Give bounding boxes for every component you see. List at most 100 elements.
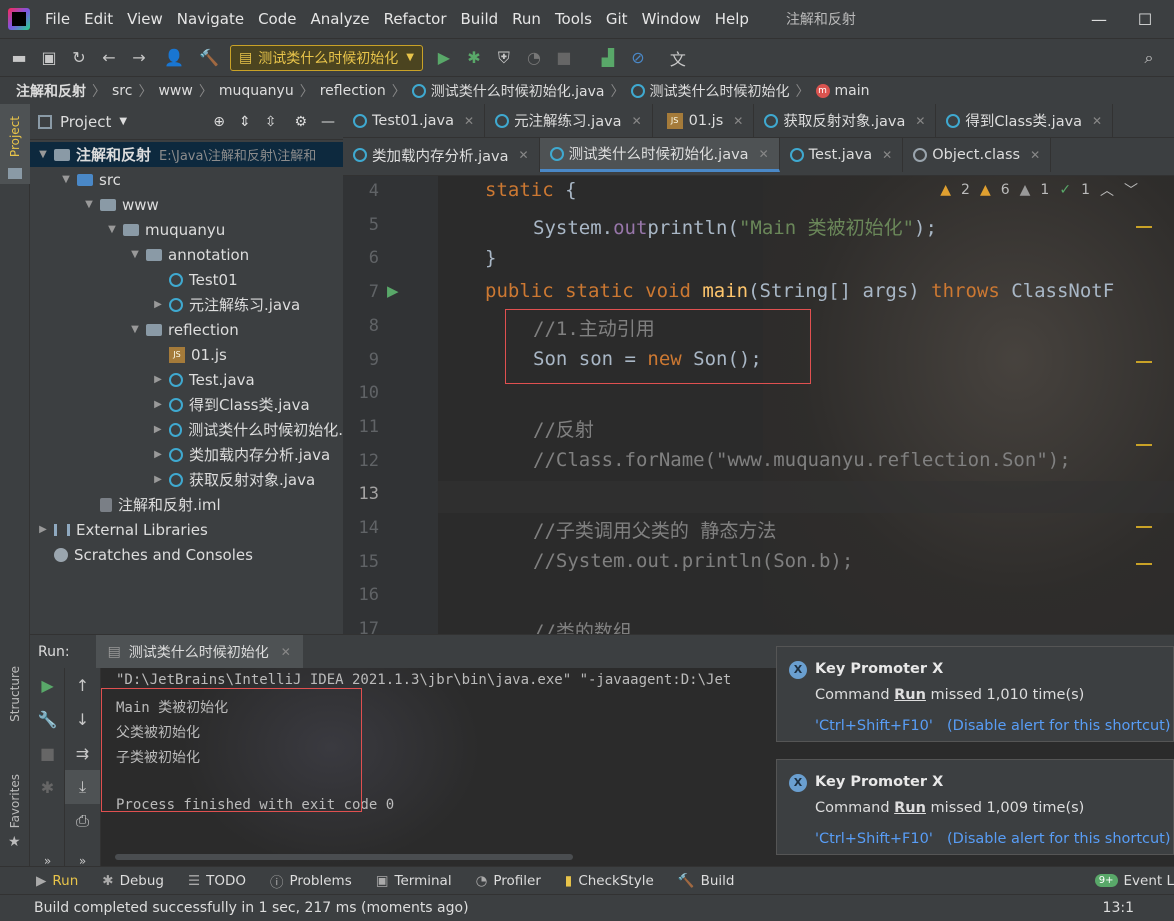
menu-view[interactable]: View <box>120 10 170 28</box>
breadcrumb-method[interactable]: main <box>835 83 870 99</box>
editor-tab[interactable]: JS 01.js ✕ <box>653 103 755 138</box>
soft-wrap-icon[interactable]: ⇉ <box>65 736 100 770</box>
shortcut-link[interactable]: 'Ctrl+Shift+F10' <box>815 831 933 847</box>
menu-analyze[interactable]: Analyze <box>303 10 376 28</box>
chevron-down-icon[interactable]: ▼ <box>119 116 127 127</box>
close-icon[interactable]: ✕ <box>632 114 642 128</box>
chevron-right-icon[interactable]: ▶ <box>151 299 165 310</box>
stop-icon[interactable]: ■ <box>30 736 65 770</box>
profiler-tool-button[interactable]: ◔ Profiler <box>476 873 541 889</box>
editor-tab[interactable]: Test01.java ✕ <box>343 103 486 138</box>
editor-tab[interactable]: Test.java ✕ <box>780 138 904 172</box>
shortcut-link[interactable]: 'Ctrl+Shift+F10' <box>815 718 933 734</box>
close-icon[interactable]: ✕ <box>915 114 925 128</box>
chevron-down-icon[interactable]: ▼ <box>82 199 96 210</box>
notification-key-promoter[interactable]: X Key Promoter X Command Run missed 1,00… <box>776 759 1174 855</box>
forward-arrow-icon[interactable]: → <box>124 44 154 72</box>
problems-tool-button[interactable]: ⓘ Problems <box>270 871 352 891</box>
close-icon[interactable]: ✕ <box>882 148 892 162</box>
terminal-tool-button[interactable]: ▣ Terminal <box>376 873 452 889</box>
breadcrumb-class[interactable]: 测试类什么时候初始化 <box>650 81 790 101</box>
caret-position[interactable]: 13:1 <box>1103 900 1134 916</box>
locate-icon[interactable]: ⊕ <box>213 114 225 130</box>
tree-item[interactable]: Test01 <box>30 267 343 292</box>
chevron-up-icon[interactable]: ︿ <box>1100 180 1114 200</box>
debug-tool-button[interactable]: ✱ Debug <box>102 873 164 889</box>
favorites-tool-tab[interactable]: Favorites <box>8 774 22 828</box>
menu-refactor[interactable]: Refactor <box>377 10 454 28</box>
maximize-button[interactable]: ☐ <box>1122 10 1168 29</box>
breadcrumb-muquanyu[interactable]: muquanyu <box>219 83 294 99</box>
menu-file[interactable]: File <box>38 10 77 28</box>
tree-item[interactable]: ▼ annotation <box>30 242 343 267</box>
tree-item[interactable]: ▼ www <box>30 192 343 217</box>
tree-item[interactable]: ▶ 获取反射对象.java <box>30 467 343 492</box>
structure-tool-tab[interactable]: Structure <box>8 666 22 722</box>
tree-item[interactable]: Scratches and Consoles <box>30 542 343 567</box>
hammer-icon[interactable]: 🔨 <box>194 44 224 72</box>
wrench-icon[interactable]: 🔧 <box>30 702 65 736</box>
editor-tab[interactable]: 元注解练习.java ✕ <box>485 103 653 138</box>
event-log-button[interactable]: 9+ Event L <box>1094 873 1174 889</box>
editor-tab[interactable]: 测试类什么时候初始化.java ✕ <box>539 138 780 172</box>
run-icon[interactable]: ▶ <box>429 44 459 72</box>
profile-icon[interactable]: ◔ <box>519 44 549 72</box>
rerun-icon[interactable]: ▶ <box>30 668 65 702</box>
gear-icon[interactable]: ⚙ <box>294 114 307 130</box>
project-view-select[interactable]: Project <box>60 113 111 131</box>
arrow-down-icon[interactable]: ↓ <box>65 702 100 736</box>
tree-item[interactable]: ▼ 注解和反射 E:\Java\注解和反射\注解和 <box>30 142 343 167</box>
build-tool-button[interactable]: 🔨 Build <box>678 873 735 889</box>
chevron-right-icon[interactable]: ▶ <box>151 474 165 485</box>
close-icon[interactable]: ✕ <box>733 114 743 128</box>
breadcrumb-reflection[interactable]: reflection <box>320 83 386 99</box>
breadcrumb-file[interactable]: 测试类什么时候初始化.java <box>431 81 605 101</box>
breadcrumb-www[interactable]: www <box>158 83 192 99</box>
disable-alert-link[interactable]: (Disable alert for this shortcut) <box>947 718 1171 734</box>
back-arrow-icon[interactable]: ← <box>94 44 124 72</box>
tree-item[interactable]: ▶ External Libraries <box>30 517 343 542</box>
menu-code[interactable]: Code <box>251 10 303 28</box>
run-tool-button[interactable]: ▶ Run <box>36 873 78 889</box>
chevron-right-icon[interactable]: ▶ <box>151 399 165 410</box>
chevron-right-icon[interactable]: ▶ <box>151 449 165 460</box>
collapse-all-icon[interactable]: ⇳ <box>265 114 277 130</box>
menu-tools[interactable]: Tools <box>548 10 599 28</box>
tree-item[interactable]: ▶ 元注解练习.java <box>30 292 343 317</box>
chevron-down-icon[interactable]: ▼ <box>128 324 142 335</box>
search-everywhere-icon[interactable]: ⌕ <box>1134 44 1164 72</box>
arrow-up-icon[interactable]: ↑ <box>65 668 100 702</box>
chevron-right-icon[interactable]: ▶ <box>151 374 165 385</box>
notification-key-promoter[interactable]: X Key Promoter X Command Run missed 1,01… <box>776 646 1174 742</box>
coverage-icon[interactable]: ⛨ <box>489 44 519 72</box>
tree-item[interactable]: ▼ src <box>30 167 343 192</box>
run-configuration-select[interactable]: ▤ 测试类什么时候初始化 ▼ <box>230 44 423 71</box>
breadcrumb-project[interactable]: 注解和反射 <box>16 81 86 101</box>
editor-tab[interactable]: Object.class ✕ <box>903 138 1052 172</box>
minimize-button[interactable]: — <box>1076 10 1122 29</box>
activity-monitor-icon[interactable]: ▟ <box>593 44 623 72</box>
sync-icon[interactable]: ↻ <box>64 44 94 72</box>
tree-item[interactable]: ▼ muquanyu <box>30 217 343 242</box>
editor-tab[interactable]: 获取反射对象.java ✕ <box>754 103 937 138</box>
menu-git[interactable]: Git <box>599 10 635 28</box>
print-icon[interactable]: ⎙ <box>65 804 100 838</box>
close-icon[interactable]: ✕ <box>759 147 769 161</box>
close-icon[interactable]: ✕ <box>519 148 529 162</box>
menu-window[interactable]: Window <box>635 10 708 28</box>
project-tool-tab[interactable]: Project <box>8 116 22 157</box>
expand-all-icon[interactable]: ⇕ <box>239 114 251 130</box>
tree-item[interactable]: ▼ reflection <box>30 317 343 342</box>
menu-edit[interactable]: Edit <box>77 10 120 28</box>
checkstyle-tool-button[interactable]: ▮ CheckStyle <box>565 873 654 889</box>
run-gutter-icon[interactable]: ▶ <box>387 282 399 300</box>
chevron-right-icon[interactable]: ▶ <box>36 524 50 535</box>
tree-item[interactable]: ▶ 得到Class类.java <box>30 392 343 417</box>
save-icon[interactable]: ▣ <box>34 44 64 72</box>
scroll-to-end-icon[interactable]: ⤓ <box>65 770 100 804</box>
editor-tab[interactable]: 得到Class类.java ✕ <box>936 103 1114 138</box>
run-tab[interactable]: ▤ 测试类什么时候初始化 ✕ <box>95 634 303 669</box>
tree-item[interactable]: ▶ 测试类什么时候初始化. <box>30 417 343 442</box>
close-icon[interactable]: ✕ <box>464 114 474 128</box>
bug-icon[interactable]: ✱ <box>30 770 65 804</box>
